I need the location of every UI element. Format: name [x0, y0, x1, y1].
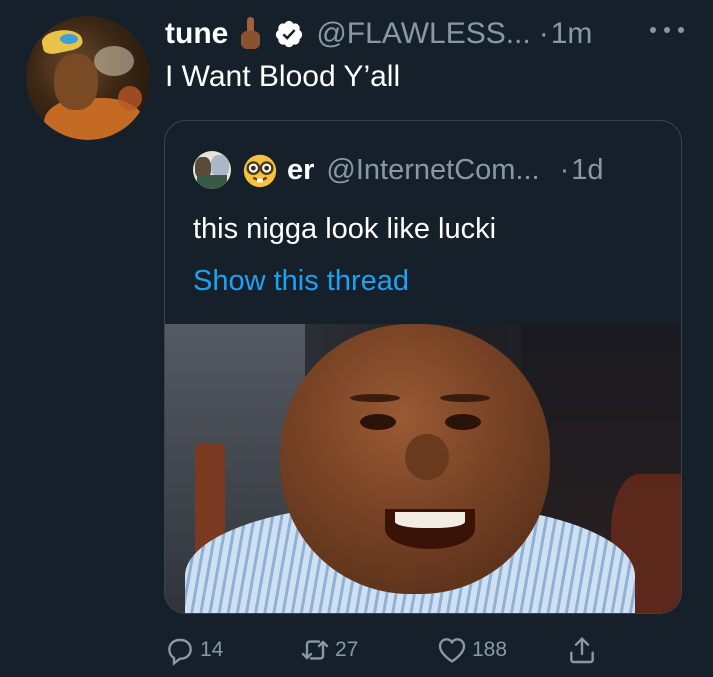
share-icon	[570, 637, 594, 664]
avatar-light-2	[118, 86, 142, 110]
tweet-actions: 14 27 188	[164, 630, 684, 670]
quoted-tweet-time[interactable]: 1d	[571, 154, 603, 187]
display-name[interactable]: tune	[165, 17, 228, 51]
verified-badge-icon	[276, 20, 303, 48]
retweet-count: 27	[335, 638, 359, 661]
reply-icon	[168, 638, 192, 666]
quoted-user-handle[interactable]: @InternetCom...	[326, 154, 539, 187]
more-options-icon[interactable]	[650, 20, 684, 40]
quoted-tweet-text: this nigga look like lucki	[193, 213, 497, 245]
like-button[interactable]: 188	[436, 630, 507, 670]
quoted-display-name[interactable]: er	[287, 154, 314, 187]
middle-finger-emoji-icon	[240, 17, 261, 51]
quoted-tweet[interactable]: er @InternetCom... · 1d this nigga look …	[164, 120, 682, 614]
user-handle[interactable]: @FLAWLESS...	[316, 17, 530, 51]
avatar-hat-logo	[60, 34, 78, 44]
reply-count: 14	[200, 638, 224, 661]
quoted-separator-dot: ·	[559, 153, 570, 186]
avatar-face	[54, 54, 98, 110]
retweet-icon	[301, 640, 329, 660]
share-button[interactable]	[566, 630, 598, 670]
user-avatar[interactable]	[26, 16, 150, 140]
nerd-face-emoji-icon	[243, 154, 277, 188]
quoted-tweet-header: er @InternetCom... · 1d	[193, 149, 604, 191]
heart-icon	[438, 638, 466, 663]
tweet-time[interactable]: 1m	[551, 17, 593, 51]
show-thread-link[interactable]: Show this thread	[193, 265, 409, 298]
tweet-text: I Want Blood Y’all	[165, 60, 401, 93]
separator-dot: ·	[538, 17, 549, 50]
avatar-light	[94, 46, 134, 76]
like-count: 188	[472, 638, 508, 661]
reply-button[interactable]: 14	[164, 630, 223, 670]
tweet-header: tune @FLAWLESS... · 1m	[165, 14, 592, 54]
retweet-button[interactable]: 27	[299, 630, 358, 670]
quoted-user-avatar	[193, 151, 231, 189]
quoted-tweet-photo[interactable]	[165, 324, 681, 613]
